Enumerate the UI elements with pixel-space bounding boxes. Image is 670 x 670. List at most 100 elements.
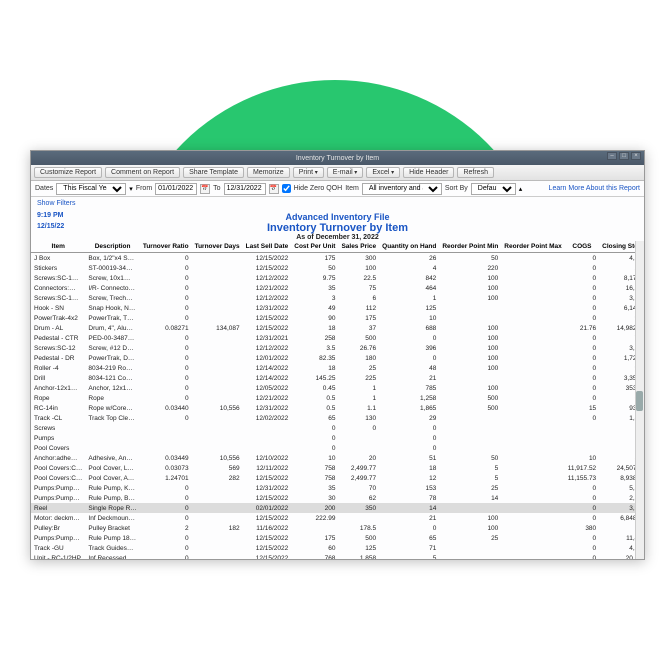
col-header[interactable]: Sales Price — [338, 241, 379, 253]
table-row[interactable]: Pedestal - DRPowerTrak, D…012/01/202282.… — [31, 353, 644, 363]
cell: 12/15/2022 — [243, 253, 292, 264]
cell: 02/01/2022 — [243, 503, 292, 513]
col-header[interactable]: Cost Per Unit — [291, 241, 338, 253]
comment-report-button[interactable]: Comment on Report — [105, 167, 180, 178]
to-date-input[interactable] — [224, 183, 266, 195]
table-row[interactable]: PowerTrak-4x2PowerTrak, T…012/15/2022901… — [31, 313, 644, 323]
table-row[interactable]: Motor: deckm…Inf Deckmoun…012/15/2022222… — [31, 513, 644, 523]
col-header[interactable]: Last Sell Date — [243, 241, 292, 253]
customize-report-button[interactable]: Customize Report — [34, 167, 102, 178]
col-header[interactable]: COGS — [565, 241, 599, 253]
from-date-input[interactable] — [155, 183, 197, 195]
cell: 0 — [140, 383, 192, 393]
col-header[interactable]: Turnover Ratio — [140, 241, 192, 253]
sort-asc-icon[interactable]: ▴ — [519, 185, 523, 193]
table-row[interactable]: Pumps00 — [31, 433, 644, 443]
col-header[interactable]: Turnover Days — [192, 241, 243, 253]
table-row[interactable]: Pool Covers0000 — [31, 443, 644, 453]
excel-button[interactable]: Excel — [366, 167, 400, 178]
col-header[interactable]: Reorder Point Min — [439, 241, 501, 253]
close-button[interactable]: × — [631, 152, 641, 160]
cell — [192, 283, 243, 293]
table-row[interactable]: Pumps:Pump…Rule Pump, B…012/15/202230627… — [31, 493, 644, 503]
sortby-label: Sort By — [445, 185, 468, 192]
col-header[interactable]: Reorder Point Max — [501, 241, 564, 253]
print-button[interactable]: Print — [293, 167, 324, 178]
cell: 12/10/2022 — [243, 453, 292, 463]
maximize-button[interactable]: □ — [619, 152, 629, 160]
table-row[interactable]: Screws:SC-12Screw, #12 D…012/12/20223.52… — [31, 343, 644, 353]
table-row[interactable]: Pulley:BrPulley Bracket218211/16/2022178… — [31, 523, 644, 533]
cell — [192, 553, 243, 559]
col-header[interactable]: Item — [31, 241, 85, 253]
calendar-icon[interactable]: 📅 — [269, 184, 279, 194]
cell: 0 — [291, 423, 338, 433]
table-row[interactable]: Drum - ALDrum, 4", Alu…0.08271134,08712/… — [31, 323, 644, 333]
hide-header-button[interactable]: Hide Header — [403, 167, 454, 178]
cell: 130 — [338, 413, 379, 423]
table-row[interactable]: Anchor:adhe…Adhesive, An…0.0344910,55612… — [31, 453, 644, 463]
table-row[interactable]: Connectors:…I/R- Connecto…012/21/2022357… — [31, 283, 644, 293]
table-row[interactable]: Track -GUTrack Guides…012/15/20226012571… — [31, 543, 644, 553]
cell: PowerTrak, T… — [85, 313, 139, 323]
cell — [501, 363, 564, 373]
table-row[interactable]: RC-14inRope w/Core…0.0344010,55612/31/20… — [31, 403, 644, 413]
col-header[interactable]: Quantity on Hand — [379, 241, 439, 253]
cell: 842 — [379, 273, 439, 283]
cell — [501, 273, 564, 283]
memorize-button[interactable]: Memorize — [247, 167, 290, 178]
scrollbar-vertical[interactable] — [635, 241, 644, 559]
cell: 0.08271 — [140, 323, 192, 333]
cell — [501, 283, 564, 293]
table-row[interactable]: J BoxBox, 1/2"x4 S…012/15/20221753002650… — [31, 253, 644, 264]
table-row[interactable]: Drill8034-121 Co…012/14/2022145.25225210… — [31, 373, 644, 383]
cell: 12/15/2022 — [243, 533, 292, 543]
hide-zero-qoh-checkbox[interactable] — [282, 184, 291, 193]
dates-select[interactable]: This Fiscal Year — [56, 183, 126, 195]
cell: 35 — [291, 483, 338, 493]
email-button[interactable]: E-mail — [327, 167, 364, 178]
scroll-thumb[interactable] — [636, 391, 643, 411]
learn-more-link[interactable]: Learn More About this Report — [549, 185, 640, 192]
cell: 0 — [565, 283, 599, 293]
cell: 0 — [291, 443, 338, 453]
table-row[interactable]: Screws:SC-1…Screw, 10x1…012/12/20229.752… — [31, 273, 644, 283]
table-row[interactable]: Pedestal - CTRPED-00-3487…012/31/2021258… — [31, 333, 644, 343]
calendar-icon[interactable]: 📅 — [200, 184, 210, 194]
table-row[interactable]: Pool Covers:C…Pool Cover, L…0.0307356912… — [31, 463, 644, 473]
table-row[interactable]: Anchor-12x1…Anchor, 12x1…012/05/20220.45… — [31, 383, 644, 393]
cell: 12/15/2022 — [243, 493, 292, 503]
minimize-button[interactable]: – — [607, 152, 617, 160]
cell: 5 — [439, 473, 501, 483]
table-row[interactable]: Pumps:Pump…Rule Pump, K…012/31/202235701… — [31, 483, 644, 493]
table-row[interactable]: Pumps:Pump…Rule Pump 18…012/15/202217550… — [31, 533, 644, 543]
table-row[interactable]: Pool Covers:C…Pool Cover, A…1.2470128212… — [31, 473, 644, 483]
sortby-select[interactable]: Default — [471, 183, 516, 195]
cell: 145.25 — [291, 373, 338, 383]
cell: Inf Recessed… — [85, 553, 139, 559]
table-row[interactable]: StickersST-00019-34…012/15/2022501004220… — [31, 263, 644, 273]
col-header[interactable]: Description — [85, 241, 139, 253]
cell — [501, 473, 564, 483]
table-row[interactable]: Unit - RC-1/2HPInf Recessed…012/15/20227… — [31, 553, 644, 559]
share-template-button[interactable]: Share Template — [183, 167, 244, 178]
table-row[interactable]: Hook - SNSnap Hook, N…012/31/20224911212… — [31, 303, 644, 313]
cell: 0 — [140, 253, 192, 264]
cell: 0.5 — [291, 393, 338, 403]
cell: 0 — [565, 353, 599, 363]
table-row[interactable]: ReelSingle Rope R…002/01/20222003501403,… — [31, 503, 644, 513]
item-select[interactable]: All inventory and ass… — [362, 183, 442, 195]
cell: Rule Pump, K… — [85, 483, 139, 493]
show-filters-link[interactable]: Show Filters — [31, 197, 644, 210]
cell — [501, 553, 564, 559]
cell — [501, 513, 564, 523]
cell: 0 — [140, 533, 192, 543]
cell: Pool Covers:C… — [31, 463, 85, 473]
table-row[interactable]: Roller -48034-219 Ro…012/14/202218254810… — [31, 363, 644, 373]
cell: Drill — [31, 373, 85, 383]
refresh-button[interactable]: Refresh — [457, 167, 494, 178]
table-row[interactable]: RopeRope012/21/20220.511,258500062512.56… — [31, 393, 644, 403]
table-row[interactable]: Screws00000 — [31, 423, 644, 433]
table-row[interactable]: Screws:SC-1…Screw, Trech…012/12/20223611… — [31, 293, 644, 303]
table-row[interactable]: Track -CLTrack Top Cle…012/02/2022651302… — [31, 413, 644, 423]
